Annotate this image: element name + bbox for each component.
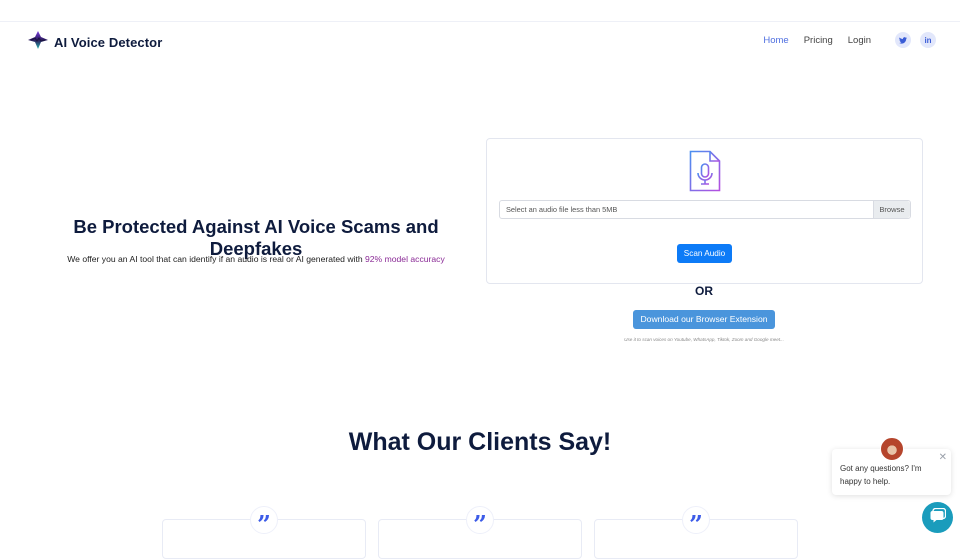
browser-top-strip (0, 0, 960, 22)
nav-link-pricing[interactable]: Pricing (804, 35, 833, 46)
browse-button[interactable]: Browse (873, 201, 910, 218)
audio-file-input[interactable]: Select an audio file less than 5MB Brows… (499, 200, 911, 219)
audio-file-mic-icon (689, 150, 721, 197)
logo-icon (27, 30, 49, 55)
navbar: AI Voice Detector Home Pricing Login in (0, 22, 960, 60)
file-input-placeholder: Select an audio file less than 5MB (506, 205, 618, 214)
quote-icon: ” (250, 506, 278, 537)
linkedin-icon[interactable]: in (920, 32, 936, 48)
or-divider-label: OR (695, 284, 713, 298)
twitter-icon[interactable] (895, 32, 911, 48)
hero-subtitle-text: We offer you an AI tool that can identif… (67, 254, 365, 264)
chat-launcher-button[interactable] (922, 502, 953, 533)
upload-card: Select an audio file less than 5MB Brows… (486, 138, 923, 284)
hero-subtitle: We offer you an AI tool that can identif… (34, 254, 478, 264)
nav-link-home[interactable]: Home (763, 35, 788, 46)
brand-name: AI Voice Detector (54, 35, 163, 50)
testimonials-title: What Our Clients Say! (348, 428, 612, 456)
quote-icon: ” (466, 506, 494, 537)
chat-icon (930, 507, 946, 528)
nav-links: Home Pricing Login in (763, 32, 936, 48)
close-icon[interactable]: ✕ (939, 452, 947, 463)
chat-agent-avatar (880, 437, 904, 461)
chat-greeting-text: Got any questions? I'm happy to help. (840, 464, 922, 486)
accuracy-highlight: 92% model accuracy (365, 254, 445, 264)
nav-link-login[interactable]: Login (848, 35, 871, 46)
quote-icon: ” (682, 506, 710, 537)
scan-audio-button[interactable]: Scan Audio (677, 244, 732, 263)
extension-note: Use it to scan voices on Youtube, WhatsA… (624, 337, 784, 342)
download-extension-button[interactable]: Download our Browser Extension (633, 310, 775, 329)
brand-logo-link[interactable]: AI Voice Detector (27, 30, 162, 55)
